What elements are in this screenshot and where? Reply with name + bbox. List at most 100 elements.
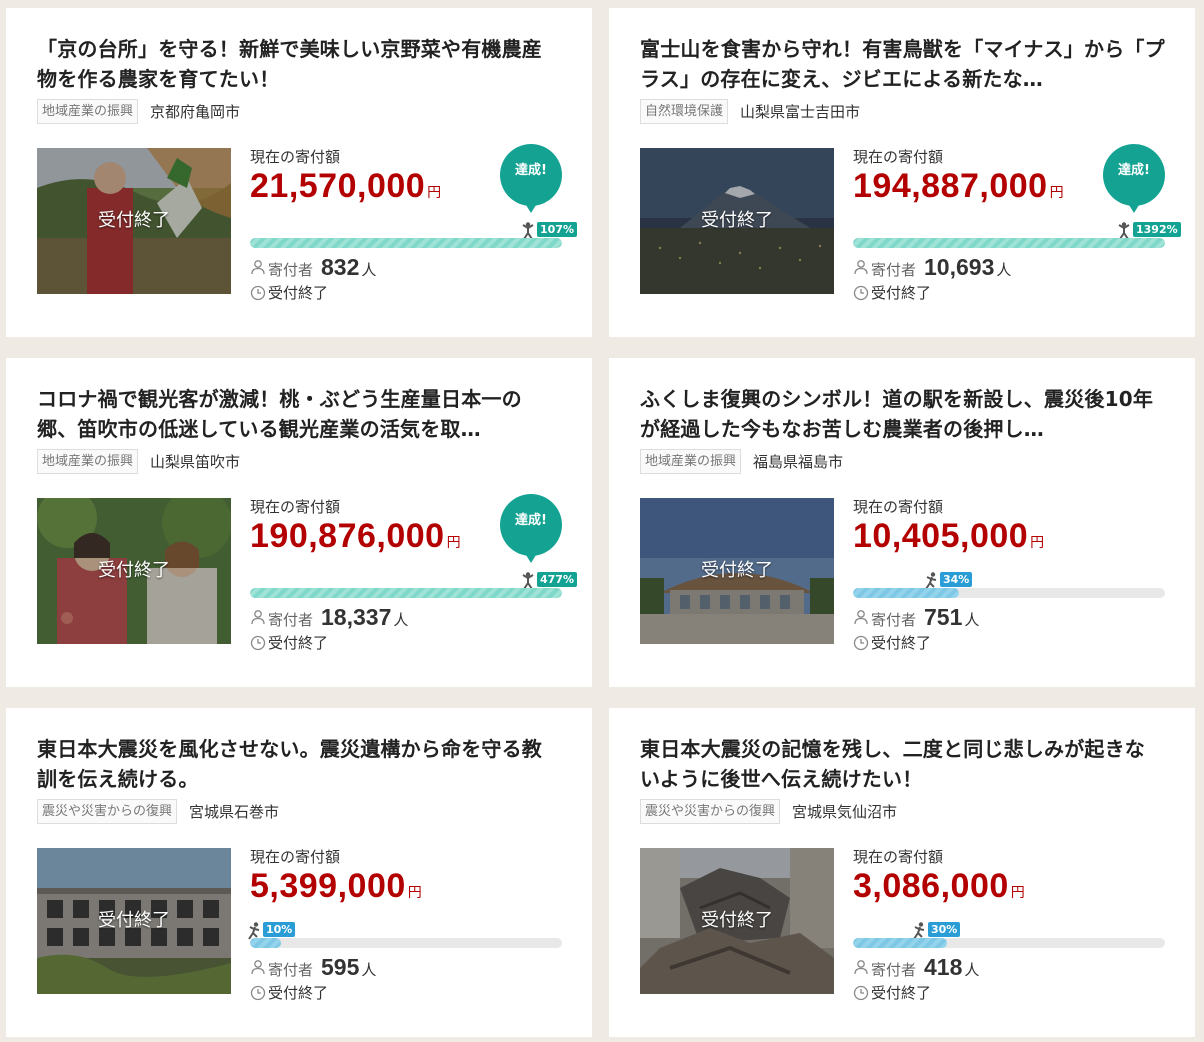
category-tag[interactable]: 地域産業の振興 bbox=[640, 449, 742, 474]
clock-icon bbox=[853, 285, 869, 300]
region-label: 京都府亀岡市 bbox=[150, 103, 241, 121]
project-card[interactable]: ふくしま復興のシンボル！道の駅を新設し、震災後10年が経過した今もなお苦しむ農業… bbox=[609, 358, 1195, 687]
closed-overlay-label: 受付終了 bbox=[701, 910, 773, 931]
clock-icon bbox=[250, 285, 266, 300]
progress-fill bbox=[853, 588, 960, 598]
project-stats: 現在の寄付額 194,887,000 円 達成! 1392% 寄付者 10,693 人 bbox=[853, 144, 1181, 302]
clock-icon bbox=[853, 985, 869, 1000]
amount-label: 現在の寄付額 bbox=[853, 498, 944, 516]
donor-count: 寄付者 751 人 bbox=[853, 604, 979, 631]
progress-fill bbox=[250, 588, 562, 598]
achieved-badge: 達成! bbox=[1103, 144, 1165, 213]
donor-count: 寄付者 418 人 bbox=[853, 954, 979, 981]
project-card[interactable]: 富士山を食害から守れ！有害鳥獣を「マイナス」から「プラス」の存在に変え、ジビエに… bbox=[609, 8, 1195, 337]
project-meta: 自然環境保護 山梨県富士吉田市 bbox=[640, 98, 1165, 125]
category-tag[interactable]: 地域産業の振興 bbox=[37, 99, 139, 124]
progress-fill bbox=[250, 238, 562, 248]
clock-icon bbox=[853, 635, 869, 650]
closed-overlay-label: 受付終了 bbox=[701, 210, 773, 231]
status-label: 受付終了 bbox=[250, 282, 328, 303]
project-thumbnail[interactable]: 受付終了 bbox=[37, 848, 231, 994]
project-stats: 現在の寄付額 3,086,000 円 30% 寄付者 418 人 受付終了 bbox=[853, 848, 1165, 1002]
progress-bar: 34% bbox=[853, 572, 1165, 598]
project-card[interactable]: 東日本大震災を風化させない。震災遺構から命を守る教訓を伝え続ける。 震災や災害か… bbox=[6, 708, 592, 1037]
region-label: 宮城県石巻市 bbox=[189, 803, 280, 821]
status-label: 受付終了 bbox=[250, 632, 328, 653]
donation-amount: 5,399,000 円 bbox=[250, 867, 422, 905]
clock-icon bbox=[250, 985, 266, 1000]
closed-overlay-label: 受付終了 bbox=[701, 560, 773, 581]
achieved-badge: 達成! bbox=[500, 494, 562, 563]
amount-label: 現在の寄付額 bbox=[853, 848, 944, 866]
progress-bar: 30% bbox=[853, 922, 1165, 948]
status-label: 受付終了 bbox=[250, 982, 328, 1003]
region-label: 山梨県笛吹市 bbox=[150, 453, 241, 471]
donor-count: 寄付者 10,693 人 bbox=[853, 254, 1011, 281]
progress-bar: 1392% bbox=[853, 222, 1181, 248]
person-icon bbox=[854, 610, 868, 625]
category-tag[interactable]: 震災や災害からの復興 bbox=[640, 799, 781, 824]
person-icon bbox=[854, 960, 868, 975]
donor-count: 寄付者 18,337 人 bbox=[250, 604, 408, 631]
project-thumbnail[interactable]: 受付終了 bbox=[37, 148, 231, 294]
project-thumbnail[interactable]: 受付終了 bbox=[640, 148, 834, 294]
region-label: 宮城県気仙沼市 bbox=[792, 803, 898, 821]
percent-label: 1392% bbox=[1133, 222, 1181, 237]
amount-label: 現在の寄付額 bbox=[250, 848, 341, 866]
person-icon bbox=[251, 260, 265, 275]
project-meta: 地域産業の振興 京都府亀岡市 bbox=[37, 98, 562, 125]
progress-bar: 477% bbox=[250, 572, 577, 598]
percent-label: 10% bbox=[263, 922, 296, 937]
closed-overlay-label: 受付終了 bbox=[98, 560, 170, 581]
progress-fill bbox=[250, 938, 282, 948]
project-stats: 現在の寄付額 21,570,000 円 達成! 107% 寄付者 832 人 受付終了 bbox=[250, 144, 577, 302]
percent-label: 477% bbox=[537, 572, 577, 587]
person-icon bbox=[251, 960, 265, 975]
percent-label: 34% bbox=[940, 572, 973, 587]
project-meta: 震災や災害からの復興 宮城県気仙沼市 bbox=[640, 798, 1165, 825]
project-title[interactable]: 東日本大震災の記憶を残し、二度と同じ悲しみが起きないように後世へ伝え続けたい！ bbox=[640, 734, 1165, 794]
donation-amount: 10,405,000 円 bbox=[853, 517, 1045, 555]
project-card[interactable]: 「京の台所」を守る！新鮮で美味しい京野菜や有機農産物を作る農家を育てたい！ 地域… bbox=[6, 8, 592, 337]
project-meta: 地域産業の振興 福島県福島市 bbox=[640, 448, 1165, 475]
region-label: 山梨県富士吉田市 bbox=[740, 103, 861, 121]
project-title[interactable]: ふくしま復興のシンボル！道の駅を新設し、震災後10年が経過した今もなお苦しむ農業… bbox=[640, 384, 1165, 444]
progress-bar: 10% bbox=[248, 922, 562, 948]
progress-fill bbox=[853, 938, 947, 948]
person-icon bbox=[854, 260, 868, 275]
achieved-badge: 達成! bbox=[500, 144, 562, 213]
project-title[interactable]: 「京の台所」を守る！新鮮で美味しい京野菜や有機農産物を作る農家を育てたい！ bbox=[37, 34, 562, 94]
project-thumbnail[interactable]: 受付終了 bbox=[37, 498, 231, 644]
donor-count: 寄付者 595 人 bbox=[250, 954, 376, 981]
project-title[interactable]: コロナ禍で観光客が激減！桃・ぶどう生産量日本一の郷、笛吹市の低迷している観光産業… bbox=[37, 384, 562, 444]
category-tag[interactable]: 地域産業の振興 bbox=[37, 449, 139, 474]
project-stats: 現在の寄付額 190,876,000 円 達成! 477% 寄付者 18,337 人 … bbox=[250, 494, 577, 652]
project-card[interactable]: 東日本大震災の記憶を残し、二度と同じ悲しみが起きないように後世へ伝え続けたい！ … bbox=[609, 708, 1195, 1037]
clock-icon bbox=[250, 635, 266, 650]
project-meta: 地域産業の振興 山梨県笛吹市 bbox=[37, 448, 562, 475]
status-label: 受付終了 bbox=[853, 632, 931, 653]
closed-overlay-label: 受付終了 bbox=[98, 210, 170, 231]
status-label: 受付終了 bbox=[853, 282, 931, 303]
project-card[interactable]: コロナ禍で観光客が激減！桃・ぶどう生産量日本一の郷、笛吹市の低迷している観光産業… bbox=[6, 358, 592, 687]
project-meta: 震災や災害からの復興 宮城県石巻市 bbox=[37, 798, 562, 825]
donation-amount: 3,086,000 円 bbox=[853, 867, 1025, 905]
progress-bar: 107% bbox=[250, 222, 577, 248]
category-tag[interactable]: 自然環境保護 bbox=[640, 99, 729, 124]
closed-overlay-label: 受付終了 bbox=[98, 910, 170, 931]
project-thumbnail[interactable]: 受付終了 bbox=[640, 848, 834, 994]
project-title[interactable]: 富士山を食害から守れ！有害鳥獣を「マイナス」から「プラス」の存在に変え、ジビエに… bbox=[640, 34, 1165, 94]
project-grid: 「京の台所」を守る！新鮮で美味しい京野菜や有機農産物を作る農家を育てたい！ 地域… bbox=[6, 8, 1195, 1037]
progress-fill bbox=[853, 238, 1165, 248]
region-label: 福島県福島市 bbox=[753, 453, 844, 471]
project-stats: 現在の寄付額 5,399,000 円 10% 寄付者 595 人 受付終了 bbox=[248, 848, 562, 1002]
percent-label: 107% bbox=[537, 222, 577, 237]
project-stats: 現在の寄付額 10,405,000 円 34% 寄付者 751 人 受付終了 bbox=[853, 498, 1165, 652]
project-thumbnail[interactable]: 受付終了 bbox=[640, 498, 834, 644]
donor-count: 寄付者 832 人 bbox=[250, 254, 376, 281]
status-label: 受付終了 bbox=[853, 982, 931, 1003]
project-title[interactable]: 東日本大震災を風化させない。震災遺構から命を守る教訓を伝え続ける。 bbox=[37, 734, 562, 794]
category-tag[interactable]: 震災や災害からの復興 bbox=[37, 799, 178, 824]
person-icon bbox=[251, 610, 265, 625]
percent-label: 30% bbox=[928, 922, 961, 937]
